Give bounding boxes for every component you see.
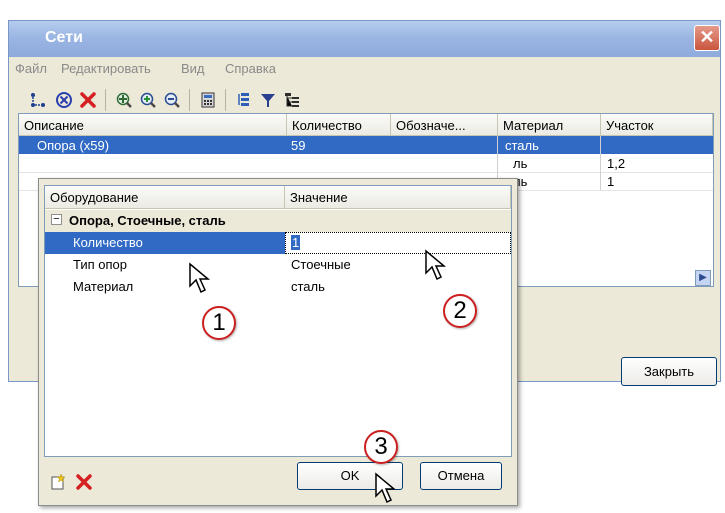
close-button[interactable]: Закрыть xyxy=(621,357,717,386)
cell-section: 1 xyxy=(607,174,615,189)
window-title: Сети xyxy=(45,29,83,46)
equipment-dialog: Оборудование Значение − Опора, Стоечные,… xyxy=(38,178,518,506)
cancel-circle-icon[interactable] xyxy=(53,89,75,111)
property-value[interactable]: сталь xyxy=(291,279,325,294)
cell-material: сталь xyxy=(505,138,539,153)
column-header-material[interactable]: Материал xyxy=(498,114,601,136)
filter-icon[interactable] xyxy=(257,89,279,111)
menu-file[interactable]: Файл xyxy=(15,61,47,76)
column-header-quantity[interactable]: Количество xyxy=(287,114,391,136)
column-header-value[interactable]: Значение xyxy=(285,186,511,209)
delete-icon[interactable] xyxy=(75,473,93,494)
property-label: Количество xyxy=(73,235,143,250)
mouse-cursor-icon xyxy=(188,262,214,299)
zoom-out-icon[interactable] xyxy=(161,89,183,111)
property-value-input[interactable]: 1 xyxy=(291,235,301,250)
table-row[interactable]: ль 1,2 xyxy=(19,154,713,173)
column-header-section[interactable]: Участок xyxy=(601,114,713,136)
property-label: Тип опор xyxy=(73,257,128,272)
tree-list-icon[interactable] xyxy=(281,89,303,111)
category-label: Опора, Стоечные, сталь xyxy=(69,213,226,228)
menu-bar: Файл Редактировать Вид Справка xyxy=(9,58,720,80)
title-bar[interactable]: Сети ✕ xyxy=(9,21,720,57)
new-item-icon[interactable] xyxy=(49,473,67,494)
callout-3: 3 xyxy=(364,430,398,464)
property-label: Материал xyxy=(73,279,134,294)
table-row[interactable]: Опора (x59) 59 сталь xyxy=(19,136,713,154)
cell-material: ль xyxy=(513,156,528,171)
column-header-description[interactable]: Описание xyxy=(19,114,287,136)
column-header-designation[interactable]: Обозначе... xyxy=(391,114,498,136)
scroll-right-button[interactable]: ▶ xyxy=(695,270,711,286)
mouse-cursor-icon xyxy=(424,249,450,286)
property-value[interactable]: Стоечные xyxy=(291,257,351,272)
toolbar xyxy=(9,83,720,115)
cell-description: Опора (x59) xyxy=(37,138,110,153)
menu-edit[interactable]: Редактировать xyxy=(61,61,151,76)
menu-help[interactable]: Справка xyxy=(225,61,276,76)
property-grid: Оборудование Значение − Опора, Стоечные,… xyxy=(44,185,512,457)
cell-section: 1,2 xyxy=(607,156,626,171)
network-node-icon[interactable] xyxy=(27,89,49,111)
column-header-equipment[interactable]: Оборудование xyxy=(45,186,285,209)
cancel-button[interactable]: Отмена xyxy=(420,462,502,490)
calculator-icon[interactable] xyxy=(197,89,219,111)
category-row[interactable]: − Опора, Стоечные, сталь xyxy=(45,210,511,232)
pan-icon[interactable] xyxy=(113,89,135,111)
collapse-icon[interactable]: − xyxy=(51,214,62,225)
delete-icon[interactable] xyxy=(77,89,99,111)
cell-quantity: 59 xyxy=(291,138,306,153)
zoom-in-icon[interactable] xyxy=(137,89,159,111)
list-icon[interactable] xyxy=(233,89,255,111)
mouse-cursor-icon xyxy=(374,472,400,509)
close-window-button[interactable]: ✕ xyxy=(694,25,720,51)
callout-2: 2 xyxy=(443,294,477,328)
callout-1: 1 xyxy=(202,306,236,340)
menu-view[interactable]: Вид xyxy=(181,61,205,76)
